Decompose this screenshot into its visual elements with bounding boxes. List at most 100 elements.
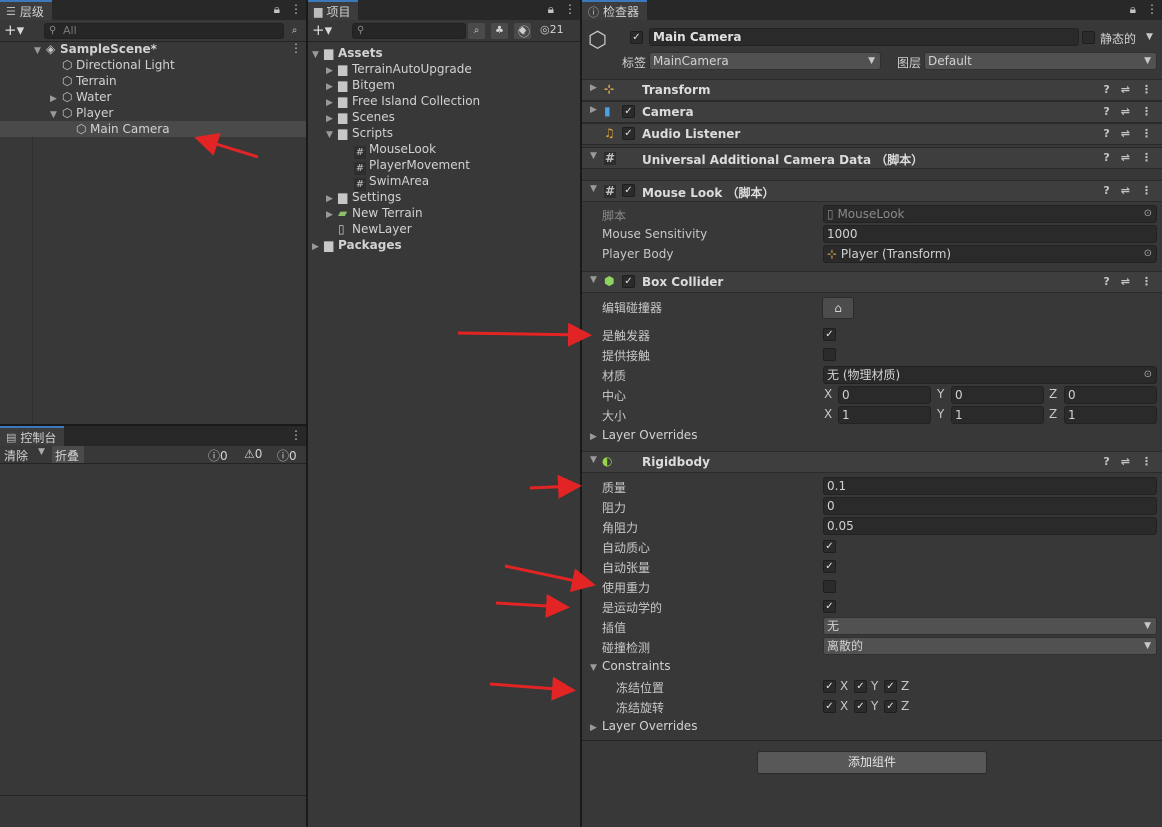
hierarchy-item[interactable]: ▶ ⬡ Water <box>50 89 111 105</box>
collision-detection-dropdown[interactable]: 离散的 ▼ <box>823 637 1157 655</box>
size-x-input[interactable]: 1 <box>838 406 931 424</box>
assets-folder[interactable]: ▼ ▆ Assets <box>312 45 383 61</box>
kebab-menu-icon[interactable]: ⋮ <box>1141 127 1152 140</box>
help-icon[interactable]: ? <box>1103 184 1109 197</box>
exclamation-icon[interactable]: ⓘ <box>518 23 530 40</box>
kebab-menu-icon[interactable]: ⋮ <box>290 2 302 17</box>
center-x-input[interactable]: 0 <box>838 386 931 404</box>
mass-input[interactable]: 0.1 <box>823 477 1157 495</box>
script-item[interactable]: # PlayerMovement <box>354 157 470 175</box>
camera-enabled-checkbox[interactable]: ✓ <box>622 105 635 118</box>
collapsed-arrow-icon[interactable]: ▶ <box>590 429 602 445</box>
freeze-rot-z-checkbox[interactable]: ✓ <box>884 700 897 713</box>
scene-search-icon[interactable]: ⌕ <box>286 23 303 39</box>
preset-icon[interactable]: ⇌ <box>1121 455 1130 468</box>
hierarchy-item[interactable]: ⬡ Terrain <box>62 73 117 89</box>
kebab-menu-icon[interactable]: ⋮ <box>290 428 302 442</box>
collapsed-arrow-icon[interactable]: ▶ <box>312 239 324 255</box>
box-layer-overrides-foldout[interactable]: ▶ Layer Overrides <box>590 427 697 443</box>
help-icon[interactable]: ? <box>1103 127 1109 140</box>
transform-header[interactable]: ▶ ⊹ Transform ? ⇌ ⋮ <box>582 79 1162 101</box>
preset-icon[interactable]: ⇌ <box>1121 184 1130 197</box>
auto-center-of-mass-checkbox[interactable]: ✓ <box>823 540 836 553</box>
expand-arrow-icon[interactable]: ▼ <box>590 660 602 676</box>
static-dropdown-icon[interactable]: ▼ <box>1146 32 1153 42</box>
preset-icon[interactable]: ⇌ <box>1121 83 1130 96</box>
auto-tensor-checkbox[interactable]: ✓ <box>823 560 836 573</box>
uacd-header[interactable]: ▼ # Universal Additional Camera Data （脚本… <box>582 147 1162 169</box>
audio-enabled-checkbox[interactable]: ✓ <box>622 127 635 140</box>
filter-by-type-icon[interactable]: ♣ <box>491 23 508 39</box>
create-button[interactable]: +▾ <box>4 21 24 39</box>
object-picker-icon[interactable]: ⊙ <box>1144 367 1152 383</box>
lock-icon[interactable]: 🔒︎ <box>548 2 554 17</box>
help-icon[interactable]: ? <box>1103 151 1109 164</box>
hierarchy-search-input[interactable]: ⚲ All <box>44 23 284 39</box>
freeze-rot-y-checkbox[interactable]: ✓ <box>854 700 867 713</box>
is-kinematic-checkbox[interactable]: ✓ <box>823 600 836 613</box>
player-body-field[interactable]: ⊹ Player (Transform) ⊙ <box>823 245 1157 263</box>
folder-item[interactable]: ▶ ▆ Scenes <box>326 109 395 125</box>
edit-collider-button[interactable]: ⌂ <box>822 297 854 319</box>
expand-arrow-icon[interactable]: ▼ <box>326 127 338 143</box>
center-z-input[interactable]: 0 <box>1064 386 1157 404</box>
search-by-type-icon[interactable]: ⌕ <box>468 23 485 39</box>
freeze-rot-x-checkbox[interactable]: ✓ <box>823 700 836 713</box>
asset-item[interactable]: ▯ NewLayer <box>338 221 412 237</box>
folder-item[interactable]: ▶ ▆ Settings <box>326 189 401 205</box>
freeze-pos-z-checkbox[interactable]: ✓ <box>884 680 897 693</box>
expand-arrow-icon[interactable]: ▼ <box>590 275 597 285</box>
mouselook-enabled-checkbox[interactable]: ✓ <box>622 184 635 197</box>
kebab-menu-icon[interactable]: ⋮ <box>1146 2 1158 17</box>
size-z-input[interactable]: 1 <box>1064 406 1157 424</box>
script-item[interactable]: # MouseLook <box>354 141 436 159</box>
folder-item[interactable]: ▶ ▆ Free Island Collection <box>326 93 480 109</box>
script-item[interactable]: # SwimArea <box>354 173 429 191</box>
mouselook-header[interactable]: ▼ # ✓ Mouse Look （脚本） ? ⇌ ⋮ <box>582 180 1162 202</box>
folder-item[interactable]: ▶ ▆ TerrainAutoUpgrade <box>326 61 472 77</box>
collapsed-arrow-icon[interactable]: ▶ <box>590 83 597 93</box>
use-gravity-checkbox[interactable] <box>823 580 836 593</box>
size-y-input[interactable]: 1 <box>951 406 1044 424</box>
tag-dropdown[interactable]: MainCamera ▼ <box>649 52 881 70</box>
clear-dropdown-icon[interactable]: ▼ <box>38 447 45 457</box>
lock-icon[interactable]: 🔒︎ <box>274 2 280 17</box>
rb-layer-overrides-foldout[interactable]: ▶ Layer Overrides <box>590 718 697 734</box>
freeze-pos-y-checkbox[interactable]: ✓ <box>854 680 867 693</box>
scene-row[interactable]: ▼ ◈ SampleScene* <box>34 41 157 57</box>
material-field[interactable]: 无 (物理材质) ⊙ <box>823 366 1157 384</box>
project-tab[interactable]: ▆ 项目 <box>308 0 359 20</box>
folder-item[interactable]: ▼ ▆ Scripts <box>326 125 393 141</box>
help-icon[interactable]: ? <box>1103 105 1109 118</box>
gameobject-cube-icon[interactable]: ⬡ <box>588 28 607 53</box>
freeze-pos-x-checkbox[interactable]: ✓ <box>823 680 836 693</box>
mouse-sensitivity-input[interactable]: 1000 <box>823 225 1157 243</box>
static-checkbox[interactable] <box>1082 31 1095 44</box>
error-count-button[interactable]: ⓘ0 <box>277 447 297 464</box>
boxcollider-header[interactable]: ▼ ⬢ ✓ Box Collider ? ⇌ ⋮ <box>582 271 1162 293</box>
drag-input[interactable]: 0 <box>823 497 1157 515</box>
expand-arrow-icon[interactable]: ▼ <box>590 184 597 194</box>
asset-item[interactable]: ▶ ▰ New Terrain <box>326 205 423 221</box>
collapsed-arrow-icon[interactable]: ▶ <box>590 720 602 736</box>
expand-arrow-icon[interactable]: ▼ <box>590 151 597 161</box>
preset-icon[interactable]: ⇌ <box>1121 151 1130 164</box>
warning-count-button[interactable]: ⚠0 <box>244 447 262 461</box>
create-button[interactable]: +▾ <box>312 21 332 39</box>
hierarchy-tab[interactable]: ☰ 层级 <box>0 0 52 20</box>
info-count-button[interactable]: ⓘ0 <box>208 447 228 464</box>
provides-contacts-checkbox[interactable] <box>823 348 836 361</box>
audio-listener-header[interactable]: ♫ ✓ Audio Listener ? ⇌ ⋮ <box>582 123 1162 145</box>
preset-icon[interactable]: ⇌ <box>1121 127 1130 140</box>
lock-icon[interactable]: 🔒︎ <box>1130 2 1136 17</box>
scene-menu-icon[interactable]: ⋮ <box>290 41 302 55</box>
rigidbody-header[interactable]: ▼ ◐ Rigidbody ? ⇌ ⋮ <box>582 451 1162 473</box>
kebab-menu-icon[interactable]: ⋮ <box>1141 83 1152 96</box>
expand-arrow-icon[interactable]: ▼ <box>34 43 46 59</box>
clear-button[interactable]: 清除 <box>4 447 28 464</box>
project-search-input[interactable]: ⚲ <box>352 23 466 39</box>
hidden-packages-button[interactable]: ◎21 <box>540 23 564 36</box>
is-trigger-checkbox[interactable]: ✓ <box>823 328 836 341</box>
kebab-menu-icon[interactable]: ⋮ <box>1141 275 1152 288</box>
preset-icon[interactable]: ⇌ <box>1121 275 1130 288</box>
